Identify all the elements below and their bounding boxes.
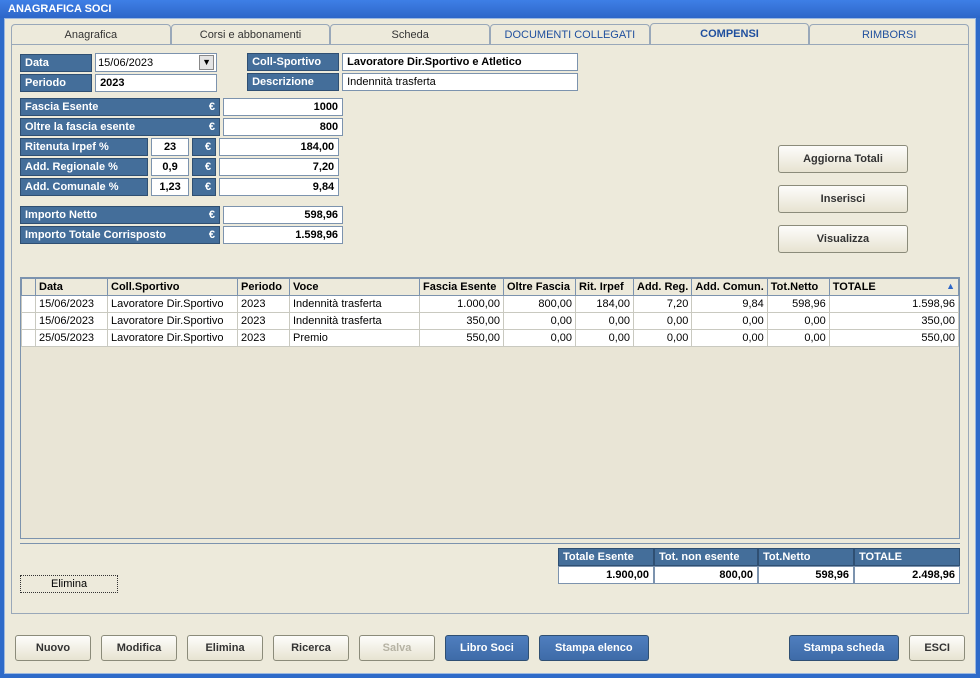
chevron-down-icon[interactable]: ▼ [199,55,214,70]
salva-button: Salva [359,635,435,661]
table-row[interactable]: 15/06/2023Lavoratore Dir.Sportivo2023Ind… [22,296,959,313]
tv-totale: 2.498,96 [854,566,960,584]
th-oltre: Tot. non esente [654,548,758,566]
periodo-value[interactable]: 2023 [95,74,217,92]
stampa-elenco-button[interactable]: Stampa elenco [539,635,649,661]
tab-corsi[interactable]: Corsi e abbonamenti [171,24,331,45]
ritenuta-pct[interactable]: 23 [151,138,189,156]
elimina-button[interactable]: Elimina [187,635,263,661]
col-rit[interactable]: Rit. Irpef [576,279,634,296]
aggiorna-totali-button[interactable]: Aggiorna Totali [778,145,908,173]
netto-value: 598,96 [223,206,343,224]
label-totcorr: Importo Totale Corrisposto€ [20,226,220,244]
addreg-pct[interactable]: 0,9 [151,158,189,176]
tab-rimborsi[interactable]: RIMBORSI [809,24,969,45]
label-ritenuta: Ritenuta Irpef % [20,138,148,156]
totcorr-value: 1.598,96 [223,226,343,244]
addcom-value[interactable]: 9,84 [219,178,339,196]
tv-oltre: 800,00 [654,566,758,584]
col-totale[interactable]: TOTALE▲ [829,279,958,296]
label-addcom: Add. Comunale % [20,178,148,196]
label-addreg: Add. Regionale % [20,158,148,176]
descrizione-value[interactable]: Indennità trasferta [342,73,578,91]
stampa-scheda-button[interactable]: Stampa scheda [789,635,900,661]
tab-panel-compensi: Data 15/06/2023 ▼ Periodo 2023 Coll-Spor… [11,44,969,614]
totals-area: Totale EsenteTot. non esenteTot.NettoTOT… [20,543,960,548]
col-fascia[interactable]: Fascia Esente [420,279,504,296]
nuovo-button[interactable]: Nuovo [15,635,91,661]
addcom-pct[interactable]: 1,23 [151,178,189,196]
modifica-button[interactable]: Modifica [101,635,177,661]
label-data: Data [20,54,92,72]
label-fascia-esente: Fascia Esente€ [20,98,220,116]
libro-soci-button[interactable]: Libro Soci [445,635,529,661]
visualizza-button[interactable]: Visualizza [778,225,908,253]
tv-netto: 598,96 [758,566,854,584]
col-addreg[interactable]: Add. Reg. [634,279,692,296]
label-euro-3: € [192,178,216,196]
compensi-grid[interactable]: Data Coll.Sportivo Periodo Voce Fascia E… [20,277,960,539]
ritenuta-value[interactable]: 184,00 [219,138,339,156]
table-row[interactable]: 15/06/2023Lavoratore Dir.Sportivo2023Ind… [22,313,959,330]
label-periodo: Periodo [20,74,92,92]
col-oltre[interactable]: Oltre Fascia [504,279,576,296]
label-oltre-fascia: Oltre la fascia esente€ [20,118,220,136]
tab-compensi[interactable]: COMPENSI [650,23,810,44]
oltre-fascia-value[interactable]: 800 [223,118,343,136]
data-dropdown[interactable]: 15/06/2023 ▼ [95,53,217,72]
label-descrizione: Descrizione [247,73,339,91]
elimina-row-button[interactable]: Elimina [20,575,118,593]
esci-button[interactable]: ESCI [909,635,965,661]
th-totale: TOTALE [854,548,960,566]
tv-esente: 1.900,00 [558,566,654,584]
sort-asc-icon: ▲ [946,281,955,291]
inserisci-button[interactable]: Inserisci [778,185,908,213]
window-body: Anagrafica Corsi e abbonamenti Scheda DO… [4,18,976,674]
col-periodo[interactable]: Periodo [238,279,290,296]
data-value: 15/06/2023 [98,57,153,69]
col-data[interactable]: Data [36,279,108,296]
tab-documenti[interactable]: DOCUMENTI COLLEGATI [490,24,650,45]
tab-scheda[interactable]: Scheda [330,24,490,45]
col-addcom[interactable]: Add. Comun. [692,279,767,296]
ricerca-button[interactable]: Ricerca [273,635,349,661]
label-euro-1: € [192,138,216,156]
addreg-value[interactable]: 7,20 [219,158,339,176]
label-euro-2: € [192,158,216,176]
window-title: ANAGRAFICA SOCI [0,0,980,18]
tab-bar: Anagrafica Corsi e abbonamenti Scheda DO… [5,19,975,44]
coll-sportivo-value[interactable]: Lavoratore Dir.Sportivo e Atletico [342,53,578,71]
bottom-toolbar: Nuovo Modifica Elimina Ricerca Salva Lib… [5,623,975,673]
fascia-esente-value[interactable]: 1000 [223,98,343,116]
col-netto[interactable]: Tot.Netto [767,279,829,296]
label-coll-sportivo: Coll-Sportivo [247,53,339,71]
th-esente: Totale Esente [558,548,654,566]
label-netto: Importo Netto€ [20,206,220,224]
col-voce[interactable]: Voce [290,279,420,296]
tab-anagrafica[interactable]: Anagrafica [11,24,171,45]
table-row[interactable]: 25/05/2023Lavoratore Dir.Sportivo2023Pre… [22,330,959,347]
th-netto: Tot.Netto [758,548,854,566]
col-coll[interactable]: Coll.Sportivo [108,279,238,296]
